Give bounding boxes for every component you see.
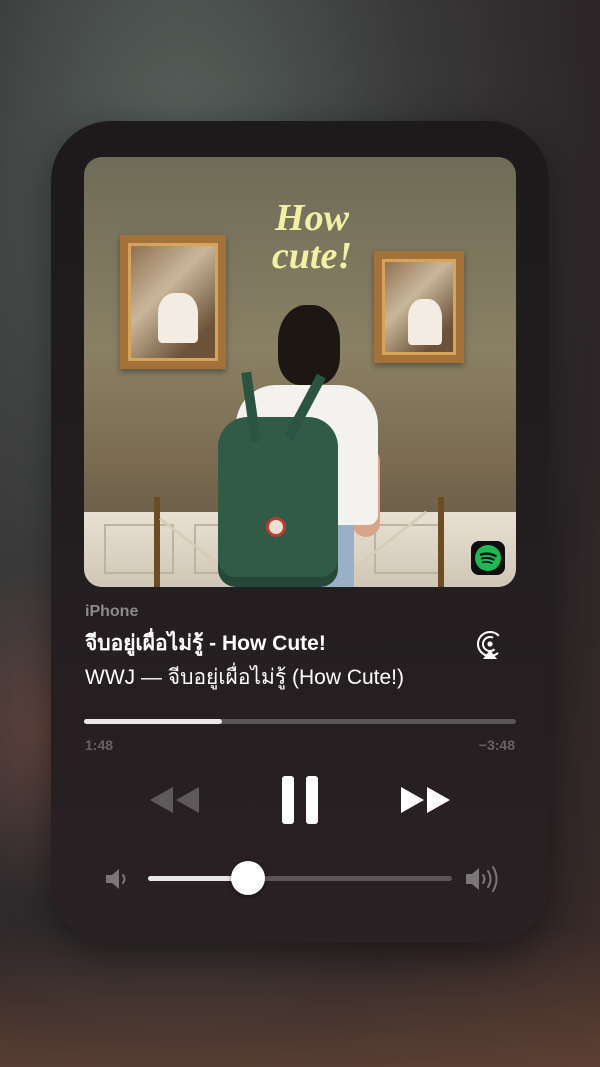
- fast-forward-button[interactable]: [396, 780, 456, 820]
- artwork-stanchion-left: [154, 497, 160, 587]
- artwork-backpack: [218, 371, 338, 587]
- playback-scrubber[interactable]: [84, 719, 516, 724]
- elapsed-time: 1:48: [85, 737, 114, 753]
- rewind-button[interactable]: [144, 780, 204, 820]
- fast-forward-icon: [401, 787, 450, 813]
- playback-progress-fill: [84, 719, 223, 724]
- artwork-painting-left: [120, 235, 226, 369]
- track-artist-album: WWJ — จีบอยู่เผื่อไม่รู้ (How Cute!): [85, 666, 404, 689]
- artwork-title-text: How cute!: [271, 197, 353, 277]
- album-artwork[interactable]: How cute!: [84, 157, 516, 587]
- spotify-icon[interactable]: [471, 541, 505, 575]
- remaining-time: −3:48: [478, 737, 515, 753]
- track-title: จีบอยู่เผื่อไม่รู้ - How Cute!: [85, 632, 326, 655]
- speaker-low-icon: [104, 866, 132, 892]
- pause-button[interactable]: [276, 772, 324, 828]
- speaker-high-icon: [464, 864, 504, 894]
- output-device-label: iPhone: [85, 603, 139, 620]
- volume-slider[interactable]: [148, 861, 452, 895]
- rewind-icon: [150, 787, 199, 813]
- pause-icon: [282, 776, 318, 824]
- airplay-icon[interactable]: [472, 628, 508, 664]
- artwork-stanchion-right: [438, 497, 444, 587]
- artwork-painting-right: [374, 251, 464, 363]
